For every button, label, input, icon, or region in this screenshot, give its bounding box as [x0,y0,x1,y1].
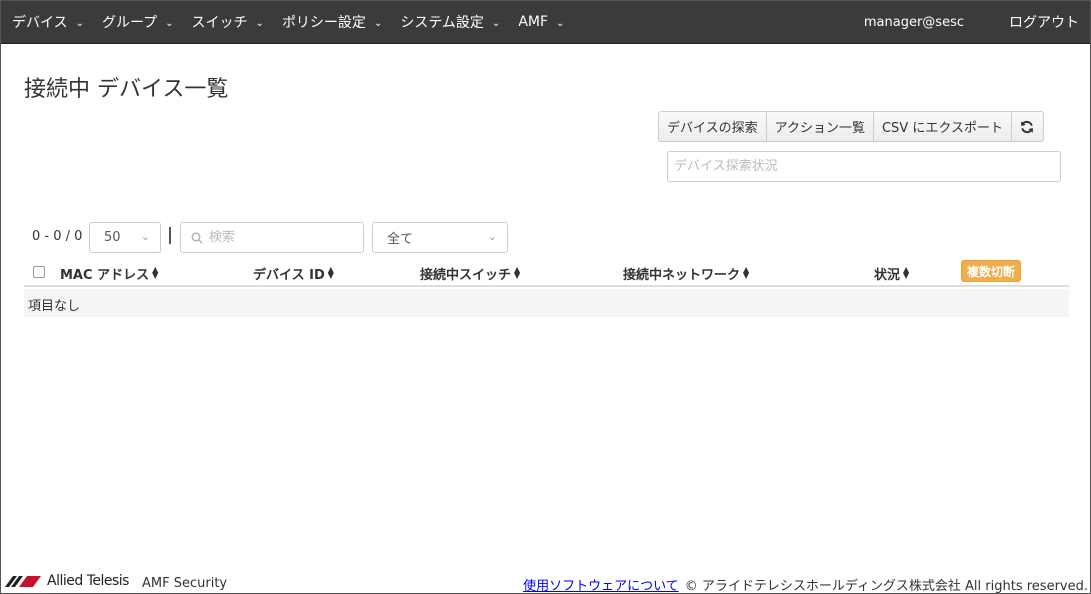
chevron-down-icon: ⌄ [373,17,383,29]
action-button-group: デバイスの探索 アクション一覧 CSV にエクスポート [658,111,1044,142]
divider [169,227,171,244]
chevron-down-icon: ⌄ [487,230,497,243]
footer-right: 使用ソフトウェアについて © アライドテレシスホールディングス株式会社 All r… [523,575,1088,594]
status-filter-select[interactable]: 全て ⌄ [372,222,508,253]
sort-icon: ▲ ▼ [327,264,334,280]
page-title: 接続中 デバイス一覧 [24,77,229,102]
nav-item-devices[interactable]: デバイス ⌄ [12,1,102,43]
chevron-down-icon: ⌄ [75,17,84,29]
refresh-button[interactable] [1011,112,1043,141]
nav-item-system[interactable]: システム設定 ⌄ [400,1,518,43]
logout-link[interactable]: ログアウト [1009,12,1079,32]
search-icon [191,232,203,243]
csv-export-button[interactable]: CSV にエクスポート [873,112,1012,141]
column-mac-address[interactable]: MAC アドレス ▲ ▼ [60,264,158,283]
chevron-down-icon: ⌄ [556,17,565,29]
discover-devices-button[interactable]: デバイスの探索 [659,112,767,141]
copyright: © アライドテレシスホールディングス株式会社 All rights reserv… [684,579,1088,594]
column-status[interactable]: 状況 ▲ ▼ [874,264,909,283]
software-info-link[interactable]: 使用ソフトウェアについて [523,579,679,594]
nav-item-switches[interactable]: スイッチ ⌄ [192,1,282,43]
search-input[interactable] [209,230,359,245]
allied-telesis-logo-icon [5,576,41,587]
nav-item-groups[interactable]: グループ ⌄ [102,1,192,43]
chevron-down-icon: ⌄ [165,17,174,29]
sort-icon: ▲ ▼ [514,264,521,280]
allied-telesis-logo: Allied Telesis [5,573,129,589]
column-connected-switch[interactable]: 接続中スイッチ ▲ ▼ [420,264,520,283]
action-list-button[interactable]: アクション一覧 [766,112,874,141]
sort-icon: ▲ ▼ [903,264,910,280]
column-connected-network[interactable]: 接続中ネットワーク ▲ ▼ [623,264,749,283]
select-all-checkbox[interactable] [33,266,45,278]
status-filter-value: 全て [387,232,414,247]
nav-menu: デバイス ⌄ グループ ⌄ スイッチ ⌄ ポリシー設定 ⌄ システム設定 ⌄ AMF ⌄ [1,1,582,43]
multi-disconnect-button[interactable]: 複数切断 [961,260,1022,282]
discovery-status-field[interactable] [667,151,1061,182]
page-size-select[interactable]: 50 ⌄ [89,222,161,253]
refresh-icon [1021,120,1034,133]
nav-item-amf[interactable]: AMF ⌄ [518,1,582,43]
chevron-down-icon: ⌄ [140,230,150,243]
column-device-id[interactable]: デバイス ID ▲ ▼ [253,264,334,283]
nav-item-policy[interactable]: ポリシー設定 ⌄ [282,1,400,43]
brand-name: Allied Telesis [47,573,129,589]
nav-right: manager@sesc ログアウト [864,1,1090,43]
sort-icon: ▲ ▼ [743,264,750,280]
top-navbar: デバイス ⌄ グループ ⌄ スイッチ ⌄ ポリシー設定 ⌄ システム設定 ⌄ AMF ⌄ m… [1,1,1090,44]
product-name: AMF Security [142,576,228,591]
footer: Allied Telesis AMF Security 使用ソフトウェアについて… [1,571,1090,594]
page-size-value: 50 [104,230,121,245]
current-user: manager@sesc [863,14,964,30]
chevron-down-icon: ⌄ [255,17,264,29]
search-box[interactable] [180,222,364,253]
table-header: MAC アドレス ▲ ▼ デバイス ID ▲ ▼ 接続中スイッチ ▲ ▼ 接続中ネットワーク… [24,257,1069,287]
sort-icon: ▲ ▼ [152,264,159,280]
result-count: 0 - 0 / 0 [32,229,83,244]
empty-table-row: 項目なし [24,289,1069,317]
chevron-down-icon: ⌄ [491,17,501,29]
